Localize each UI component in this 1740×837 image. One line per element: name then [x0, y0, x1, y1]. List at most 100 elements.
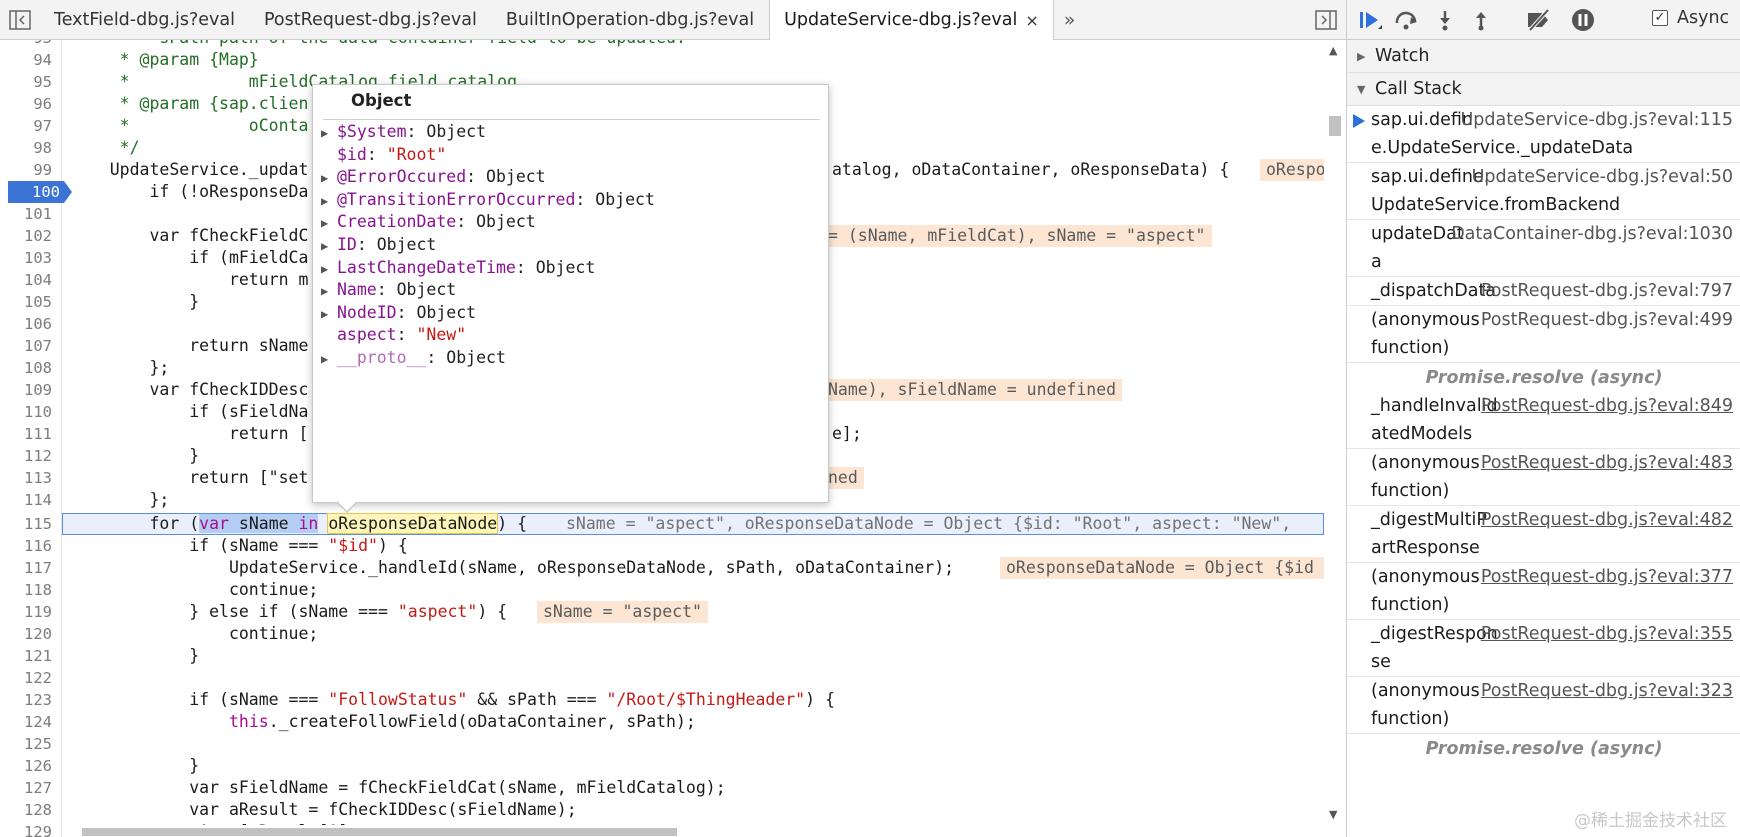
line-number[interactable]: 121 — [0, 645, 56, 667]
line-number[interactable]: 112 — [0, 445, 56, 467]
line-number[interactable]: 95 — [0, 71, 56, 93]
line-number[interactable]: 105 — [0, 291, 56, 313]
property-value: Object — [535, 257, 596, 277]
frame-location-link[interactable]: UpdateService-dbg.js?eval:50 — [1472, 162, 1733, 193]
frame-location-link[interactable]: DataContainer-dbg.js?eval:1030 — [1451, 219, 1733, 250]
resume-icon[interactable] — [1355, 4, 1387, 36]
more-tabs-icon[interactable]: » — [1054, 0, 1086, 39]
property-row[interactable]: ▶ @TransitionErrorOccurred: Object — [321, 187, 655, 212]
line-number[interactable]: 101 — [0, 203, 56, 225]
line-number[interactable]: 109 — [0, 379, 56, 401]
line-number[interactable]: 122 — [0, 667, 56, 689]
tab-builtinoperation[interactable]: BuiltInOperation-dbg.js?eval — [492, 0, 769, 39]
scrollbar-thumb[interactable] — [82, 828, 677, 836]
call-frame[interactable]: _handleInvalid atedModels PostRequest-dbg.… — [1347, 392, 1740, 449]
frame-location-link[interactable]: PostRequest-dbg.js?eval:355 — [1481, 619, 1733, 650]
inline-value: sName = "aspect", oResponseDataNode = Ob… — [566, 514, 1292, 533]
line-number[interactable]: 120 — [0, 623, 56, 645]
close-icon[interactable]: × — [1025, 11, 1038, 30]
line-number[interactable]: 96 — [0, 93, 56, 115]
frame-location-link[interactable]: PostRequest-dbg.js?eval:849 — [1481, 391, 1733, 422]
deactivate-breakpoints-icon[interactable] — [1523, 4, 1555, 36]
call-frame[interactable]: (anonymous function) PostRequest-dbg.js?ev… — [1347, 563, 1740, 620]
watermark: @稀土掘金技术社区 — [1574, 811, 1727, 831]
call-frame[interactable]: updateDat a DataContainer-dbg.js?eval:1030 — [1347, 220, 1740, 277]
scrollbar-thumb[interactable] — [1329, 116, 1341, 136]
frame-location-link[interactable]: UpdateService-dbg.js?eval:115 — [1460, 105, 1733, 136]
scroll-up-icon[interactable]: ▲ — [1329, 44, 1337, 57]
property-row[interactable]: ▶ Name: Object — [321, 277, 456, 302]
property-row[interactable]: ▶ CreationDate: Object — [321, 209, 536, 234]
line-number[interactable]: 123 — [0, 689, 56, 711]
line-number[interactable]: 110 — [0, 401, 56, 423]
expand-triangle-icon[interactable]: ▶ — [321, 347, 337, 372]
call-frame[interactable]: (anonymous function) PostRequest-dbg.js?ev… — [1347, 306, 1740, 363]
horizontal-scrollbar[interactable] — [62, 825, 1324, 837]
line-number[interactable]: 99 — [0, 159, 56, 181]
frame-location-link[interactable]: PostRequest-dbg.js?eval:323 — [1481, 676, 1733, 707]
line-number[interactable]: 111 — [0, 423, 56, 445]
property-row[interactable]: ▶ NodeID: Object — [321, 300, 476, 325]
line-number[interactable]: 104 — [0, 269, 56, 291]
code-token-sname[interactable]: sName — [238, 514, 289, 533]
line-number[interactable]: 114 — [0, 489, 56, 511]
hovered-expression[interactable]: oResponseDataNode — [327, 513, 499, 534]
frame-location-link[interactable]: PostRequest-dbg.js?eval:377 — [1481, 562, 1733, 593]
step-over-icon[interactable] — [1391, 4, 1423, 36]
pause-on-exceptions-icon[interactable] — [1567, 4, 1599, 36]
code-line: sPath path of the data container field t… — [70, 40, 686, 49]
call-frame[interactable]: (anonymous function) PostRequest-dbg.js?ev… — [1347, 449, 1740, 506]
line-number[interactable]: 113 — [0, 467, 56, 489]
call-frame[interactable]: sap.ui.define. UpdateService.fromBackend U… — [1347, 163, 1740, 220]
frame-location-link[interactable]: PostRequest-dbg.js?eval:483 — [1481, 448, 1733, 479]
call-frame[interactable]: _dispatchData PostRequest-dbg.js?eval:797 — [1347, 277, 1740, 306]
line-number[interactable]: 118 — [0, 579, 56, 601]
line-number[interactable]: 107 — [0, 335, 56, 357]
line-number[interactable]: 127 — [0, 777, 56, 799]
call-frame[interactable]: sap.ui.defin e.UpdateService._updateData U… — [1347, 106, 1740, 163]
line-number[interactable]: 94 — [0, 49, 56, 71]
frame-location-link[interactable]: PostRequest-dbg.js?eval:499 — [1481, 305, 1733, 336]
property-key: Name — [337, 280, 377, 300]
toggle-debugger-icon[interactable] — [1306, 0, 1346, 39]
line-number[interactable]: 93 — [0, 40, 56, 49]
line-number[interactable]: 124 — [0, 711, 56, 733]
line-number[interactable]: 129 — [0, 821, 56, 837]
async-checkbox[interactable]: ✓ — [1652, 10, 1668, 26]
breakpoint-line-number[interactable]: 100 — [8, 181, 72, 203]
property-row[interactable]: ▶ ID: Object — [321, 232, 436, 257]
call-frame[interactable]: _digestRespon se PostRequest-dbg.js?eval:3… — [1347, 620, 1740, 677]
line-number[interactable]: 98 — [0, 137, 56, 159]
line-number[interactable]: 117 — [0, 557, 56, 579]
line-number[interactable]: 115 — [0, 513, 56, 535]
watch-section-header[interactable]: ▶ Watch — [1347, 40, 1740, 73]
step-into-icon[interactable] — [1429, 4, 1461, 36]
line-number[interactable]: 125 — [0, 733, 56, 755]
frame-location-link[interactable]: PostRequest-dbg.js?eval:797 — [1481, 276, 1733, 307]
line-number[interactable]: 97 — [0, 115, 56, 137]
property-row[interactable]: ▶ __proto__: Object — [321, 345, 506, 370]
line-number[interactable]: 126 — [0, 755, 56, 777]
property-row[interactable]: ▶ $System: Object — [321, 119, 486, 144]
line-number[interactable]: 116 — [0, 535, 56, 557]
call-frame[interactable]: (anonymous function) PostRequest-dbg.js?ev… — [1347, 677, 1740, 734]
call-frame[interactable]: _digestMultiP artResponse PostRequest-dbg.… — [1347, 506, 1740, 563]
step-out-icon[interactable] — [1465, 4, 1497, 36]
property-row[interactable]: ▶ LastChangeDateTime: Object — [321, 255, 595, 280]
scroll-down-icon[interactable]: ▼ — [1329, 808, 1337, 821]
line-number[interactable]: 102 — [0, 225, 56, 247]
frame-location-link[interactable]: PostRequest-dbg.js?eval:482 — [1481, 505, 1733, 536]
tab-textfield[interactable]: TextField-dbg.js?eval — [40, 0, 250, 39]
callstack-section-header[interactable]: ▼ Call Stack — [1347, 73, 1740, 106]
vertical-scrollbar[interactable]: ▲ ▼ — [1324, 40, 1346, 837]
property-row[interactable]: ▶ @ErrorOccured: Object — [321, 164, 546, 189]
line-number[interactable]: 103 — [0, 247, 56, 269]
line-number[interactable]: 108 — [0, 357, 56, 379]
code-line: } — [70, 292, 200, 311]
line-number[interactable]: 106 — [0, 313, 56, 335]
tab-updateservice[interactable]: UpdateService-dbg.js?eval × — [769, 0, 1054, 40]
toggle-navigator-icon[interactable] — [0, 0, 40, 39]
line-number[interactable]: 119 — [0, 601, 56, 623]
line-number[interactable]: 128 — [0, 799, 56, 821]
tab-postrequest[interactable]: PostRequest-dbg.js?eval — [250, 0, 492, 39]
